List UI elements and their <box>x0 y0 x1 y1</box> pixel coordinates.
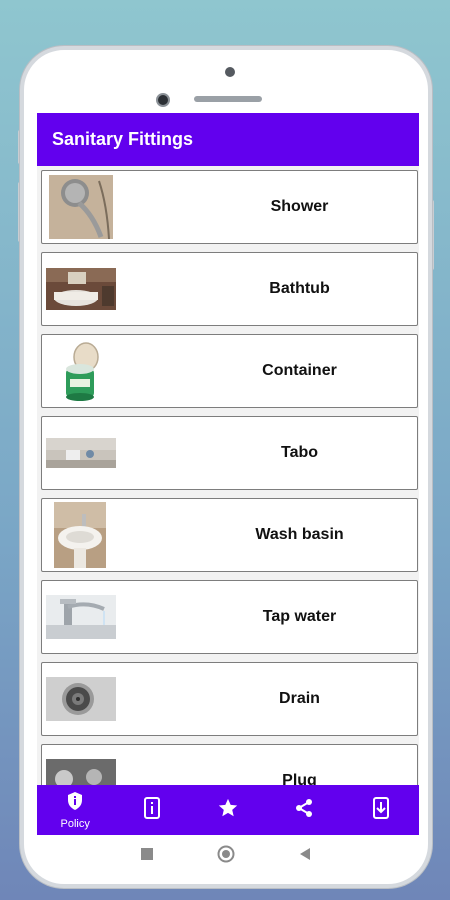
list-item-label: Container <box>262 362 337 379</box>
nav-share[interactable] <box>266 785 342 835</box>
info-icon <box>142 796 162 824</box>
share-icon <box>294 798 314 823</box>
nav-rate[interactable] <box>190 785 266 835</box>
download-icon <box>371 796 391 824</box>
list-item-label: Drain <box>279 690 320 707</box>
earpiece-speaker <box>194 96 262 102</box>
nav-download[interactable] <box>343 785 419 835</box>
bottom-navigation: Policy <box>37 785 419 835</box>
list-item-bathtub[interactable]: Bathtub <box>41 252 418 326</box>
app-screen: Sanitary Fittings Shower Bathtub Contain… <box>37 113 419 835</box>
list-item-label: Tap water <box>262 608 337 625</box>
list-item-shower[interactable]: Shower <box>41 170 418 244</box>
nav-policy-label: Policy <box>60 817 90 830</box>
sensor-dot <box>225 67 235 77</box>
list-item-tabo[interactable]: Tabo <box>41 416 418 490</box>
item-list[interactable]: Shower Bathtub Container Tabo Wash basin… <box>37 166 419 785</box>
plug-photo <box>46 759 116 785</box>
list-item-plug[interactable]: Plug <box>41 744 418 785</box>
shower-photo <box>49 175 113 239</box>
star-icon <box>217 797 239 824</box>
list-item-drain[interactable]: Drain <box>41 662 418 736</box>
container-photo <box>60 339 106 403</box>
shield-info-icon <box>65 791 85 816</box>
list-item-label: Shower <box>270 198 329 215</box>
list-item-container[interactable]: Container <box>41 334 418 408</box>
nav-policy[interactable]: Policy <box>37 785 113 835</box>
tabo-photo <box>46 438 116 468</box>
recents-icon[interactable] <box>141 847 153 865</box>
front-camera <box>156 93 170 107</box>
nav-info[interactable] <box>113 785 189 835</box>
wash-basin-photo <box>54 502 106 568</box>
list-item-label: Wash basin <box>255 526 344 543</box>
bathtub-photo <box>46 268 116 310</box>
app-bar: Sanitary Fittings <box>37 113 419 166</box>
list-item-label: Tabo <box>280 444 319 461</box>
home-icon[interactable] <box>217 845 235 868</box>
list-item-label: Bathtub <box>269 280 330 297</box>
list-item-tap-water[interactable]: Tap water <box>41 580 418 654</box>
list-item-wash-basin[interactable]: Wash basin <box>41 498 418 572</box>
tap-water-photo <box>46 595 116 639</box>
phone-frame: Sanitary Fittings Shower Bathtub Contain… <box>20 46 432 888</box>
list-item-label: Plug <box>282 772 317 785</box>
back-icon[interactable] <box>299 847 311 866</box>
system-navigation-bar <box>24 836 428 876</box>
drain-photo <box>46 677 116 721</box>
app-title: Sanitary Fittings <box>52 129 194 149</box>
